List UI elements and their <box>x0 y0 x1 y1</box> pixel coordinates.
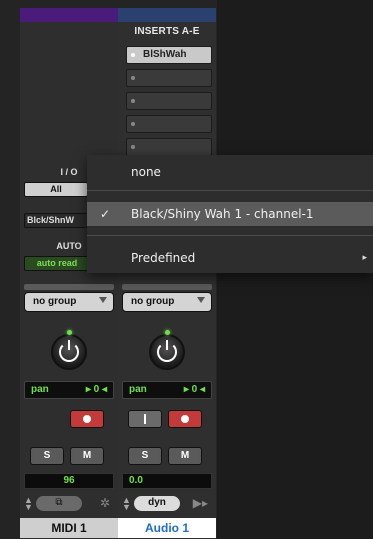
menu-item-predefined[interactable]: Predefined ▸ <box>87 246 373 270</box>
channel-strip-midi: I / O All Blck/ShnW AUTO auto read no gr… <box>20 8 118 539</box>
bottom-controls: ▲ ▼ dyn ▶▸ <box>122 495 212 513</box>
output-popup-menu: none ✓ Black/Shiny Wah 1 - channel-1 Pre… <box>87 155 373 273</box>
menu-item-none[interactable]: none <box>87 160 373 184</box>
solo-button[interactable]: S <box>128 447 162 465</box>
solo-button[interactable]: S <box>30 447 64 465</box>
record-enable-button[interactable] <box>168 410 202 428</box>
pan-display[interactable]: pan ▸ 0 ◂ <box>24 381 114 399</box>
input-icon <box>144 414 146 424</box>
volume-display[interactable]: 0.0 <box>122 473 212 489</box>
pan-label: pan <box>129 384 147 395</box>
pan-indicator-led <box>67 330 72 335</box>
group-label: no group <box>131 296 175 307</box>
group-divider <box>24 284 114 290</box>
insert-slot-c[interactable] <box>126 92 212 110</box>
midi-patch-button[interactable]: ⧉ <box>36 496 82 511</box>
up-down-arrows-icon[interactable]: ▲ ▼ <box>122 496 131 512</box>
insert-slot-b[interactable] <box>126 69 212 87</box>
record-icon <box>181 415 189 423</box>
pan-value: 0 <box>191 384 198 395</box>
pan-knob[interactable] <box>51 330 87 370</box>
menu-separator <box>87 190 373 191</box>
mix-window: I / O All Blck/ShnW AUTO auto read no gr… <box>0 0 373 539</box>
pan-display[interactable]: pan ▸ 0 ◂ <box>122 381 212 399</box>
group-divider <box>122 284 212 290</box>
io-input-selector[interactable]: All <box>24 182 88 197</box>
midi-port-icon[interactable]: ✲ <box>100 496 110 510</box>
volume-display[interactable]: 96 <box>24 473 114 489</box>
record-icon <box>83 415 91 423</box>
up-down-arrows-icon[interactable]: ▲ ▼ <box>24 496 33 512</box>
track-name[interactable]: Audio 1 <box>118 518 216 538</box>
chevron-down-icon <box>197 297 205 303</box>
track-color-bar <box>118 8 216 22</box>
channel-strip-audio: INSERTS A-E BlShWah no group pan ▸ 0 ◂ S… <box>118 8 216 539</box>
insert-slot-e[interactable] <box>126 138 212 156</box>
io-output-selector[interactable]: Blck/ShnW <box>24 213 90 228</box>
group-selector[interactable]: no group <box>122 292 212 312</box>
automation-mode-selector[interactable]: auto read <box>24 256 90 271</box>
pan-label: pan <box>31 384 49 395</box>
dyn-button[interactable]: dyn <box>134 496 180 511</box>
inserts-section-title: INSERTS A-E <box>134 26 200 37</box>
insert-slot-a[interactable]: BlShWah <box>126 46 212 64</box>
track-name[interactable]: MIDI 1 <box>20 518 118 538</box>
pan-indicator-led <box>165 330 170 335</box>
bottom-controls: ▲ ▼ ⧉ ✲ <box>24 495 114 513</box>
group-selector[interactable]: no group <box>24 292 114 312</box>
group-label: no group <box>33 296 77 307</box>
mute-button[interactable]: M <box>70 447 104 465</box>
menu-item-black-shiny-wah[interactable]: ✓ Black/Shiny Wah 1 - channel-1 <box>87 202 373 226</box>
input-monitor-button[interactable] <box>128 410 162 428</box>
checkmark-icon: ✓ <box>100 207 111 221</box>
pan-knob[interactable] <box>149 330 185 370</box>
menu-separator <box>87 235 373 236</box>
insert-plugin-label: BlShWah <box>143 49 187 60</box>
chevron-down-icon <box>99 297 107 303</box>
record-enable-button[interactable] <box>70 410 104 428</box>
play-forward-icon[interactable]: ▶▸ <box>193 496 208 510</box>
mute-button[interactable]: M <box>168 447 202 465</box>
pan-value: 0 <box>93 384 100 395</box>
insert-slot-d[interactable] <box>126 115 212 133</box>
chevron-right-icon: ▸ <box>362 253 367 263</box>
track-color-bar <box>20 8 118 22</box>
